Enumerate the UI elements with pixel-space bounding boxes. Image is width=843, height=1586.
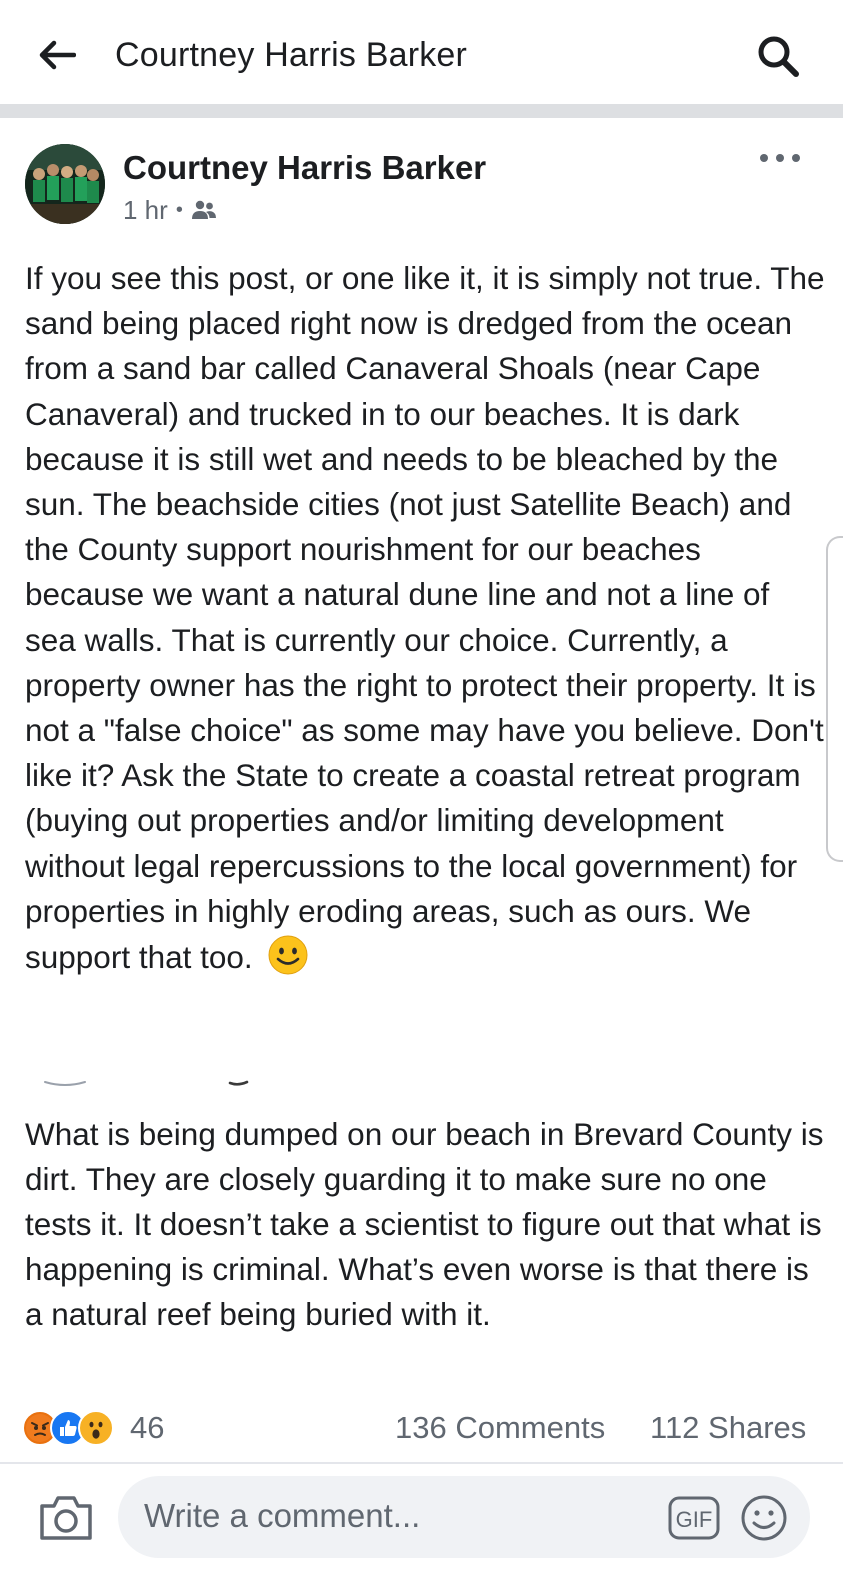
- more-options-button[interactable]: [760, 148, 800, 168]
- comment-placeholder[interactable]: Write a comment...: [144, 1494, 420, 1538]
- search-icon: [758, 36, 799, 77]
- arrow-left-icon: [39, 40, 76, 70]
- shares-count[interactable]: 112 Shares: [650, 1408, 806, 1448]
- scroll-indicator[interactable]: [826, 536, 843, 862]
- smiling-face-emoji: [268, 935, 308, 975]
- shared-post-edge: [44, 1080, 249, 1086]
- avatar[interactable]: [25, 144, 105, 224]
- comment-composer: Write a comment... GIF: [0, 1464, 843, 1586]
- post-time[interactable]: 1 hr: [123, 194, 168, 226]
- camera-button[interactable]: [38, 1492, 94, 1544]
- post-text: If you see this post, or one like it, it…: [25, 256, 825, 980]
- friends-icon: [191, 200, 216, 219]
- wow-reaction-icon: [78, 1410, 114, 1446]
- reactions-row: 46 136 Comments 112 Shares: [0, 1404, 843, 1452]
- top-bar: Courtney Harris Barker: [0, 0, 843, 104]
- avatar-photo: [25, 144, 105, 224]
- header-divider: [0, 104, 843, 118]
- reaction-count[interactable]: 46: [130, 1408, 164, 1448]
- post-header: Courtney Harris Barker 1 hr •: [0, 118, 843, 238]
- reaction-icons[interactable]: [22, 1410, 114, 1446]
- author-name[interactable]: Courtney Harris Barker: [123, 148, 486, 188]
- page-title: Courtney Harris Barker: [115, 36, 468, 74]
- svg-text:GIF: GIF: [676, 1507, 713, 1532]
- smiley-icon: [741, 1495, 787, 1541]
- back-button[interactable]: [36, 34, 78, 76]
- search-button[interactable]: [754, 32, 802, 80]
- shared-post-text: What is being dumped on our beach in Bre…: [25, 1116, 824, 1332]
- emoji-button[interactable]: [740, 1494, 788, 1542]
- meta-separator: •: [175, 199, 183, 221]
- gif-icon: GIF: [668, 1496, 720, 1540]
- comments-count[interactable]: 136 Comments: [395, 1408, 605, 1448]
- post-meta: 1 hr •: [123, 194, 217, 226]
- gif-button[interactable]: GIF: [668, 1496, 720, 1540]
- camera-icon: [40, 1496, 92, 1540]
- more-dots-icon: [760, 154, 768, 162]
- post-body-text: If you see this post, or one like it, it…: [25, 260, 825, 976]
